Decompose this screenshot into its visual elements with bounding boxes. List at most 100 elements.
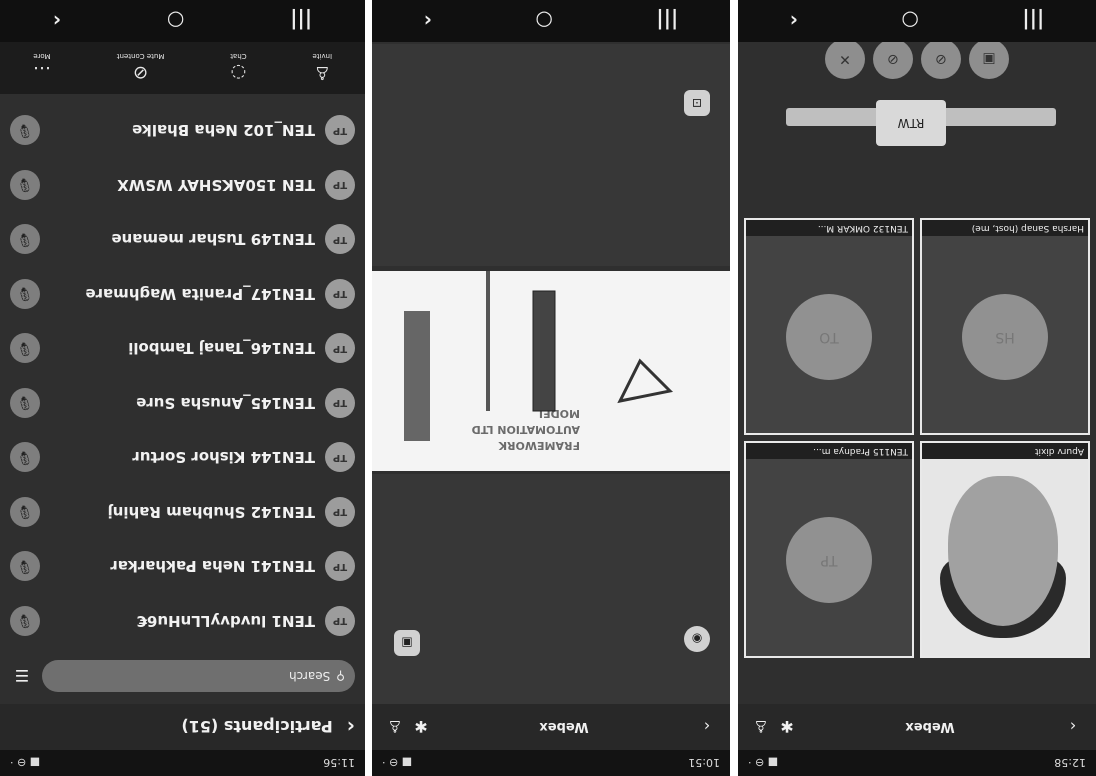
avatar: TP	[325, 605, 355, 636]
status-time: 10:51	[688, 756, 720, 770]
participant-row[interactable]: TP TEN149 Tushar memane 🎙	[0, 212, 365, 267]
back-icon[interactable]: ‹	[790, 9, 798, 33]
chat-button[interactable]: ◌ Chat	[230, 53, 246, 84]
bluetooth-icon[interactable]: ✱	[774, 718, 800, 737]
webex-brand: Webex	[905, 719, 955, 735]
video-tile[interactable]: TP TEN115 Pradnya m...	[744, 441, 914, 658]
status-time: 11:56	[323, 756, 355, 770]
avatar: TP	[325, 169, 355, 200]
meeting-topbar: ‹ Webex ✱ ♙	[372, 704, 730, 750]
video-off-icon[interactable]: ⊘	[873, 39, 913, 79]
participant-name: TEN144 Kishor Sortur	[132, 448, 315, 467]
video-toggle-icon[interactable]: ▣	[969, 39, 1009, 79]
tile-name: Harsha Sanap (host, me)	[922, 220, 1088, 236]
video-area-top	[372, 474, 730, 704]
phone-screen-participants: 11:56 ■ ⊖ · ‹ Participants (51) ⚲ Search…	[0, 0, 365, 776]
back-icon[interactable]: ‹	[424, 9, 432, 33]
invite-button[interactable]: ♙ Invite	[312, 53, 332, 84]
back-icon[interactable]: ‹	[53, 9, 61, 33]
participant-row[interactable]: TP TEN1 luvdvyLLnHu6€ 🎙	[0, 594, 365, 649]
content-fit-icon[interactable]: ⊡	[684, 90, 710, 116]
phone-screen-video-grid: 12:58 ■ ⊖ · ‹ Webex ✱ ♙ Apurv dixit TP T…	[738, 0, 1096, 776]
status-time: 12:58	[1054, 756, 1086, 770]
participant-list: TP TEN1 luvdvyLLnHu6€ 🎙 TP TEN141 Neha Pakh…	[0, 103, 365, 648]
home-icon[interactable]: ○	[535, 9, 552, 33]
sort-icon[interactable]: ☰	[10, 667, 34, 686]
participant-name: TEN149 Tushar memane	[111, 230, 315, 249]
mic-icon[interactable]: 🎙	[10, 115, 40, 146]
participant-row[interactable]: TP TEN142 Shubham Rahinj 🎙	[0, 485, 365, 540]
mic-icon[interactable]: 🎙	[10, 224, 40, 255]
tile-name: TEN132 OMKAR M...	[746, 220, 912, 236]
participants-icon[interactable]: ♙	[382, 718, 408, 737]
tile-name: Apurv dixit	[922, 443, 1088, 459]
android-navbar: ||| ○ ‹	[0, 0, 365, 42]
search-input[interactable]: ⚲ Search	[42, 660, 355, 692]
mic-icon[interactable]: 🎙	[10, 387, 40, 418]
mute-button[interactable]: ⊘ Mute Content	[117, 53, 165, 84]
participant-row[interactable]: TP TEN145_Anusha Sure 🎙	[0, 376, 365, 431]
status-bar: 12:58 ■ ⊖ ·	[738, 750, 1096, 776]
mic-off-icon[interactable]: ⊘	[921, 39, 961, 79]
android-navbar: ||| ○ ‹	[738, 0, 1096, 42]
webex-brand: Webex	[539, 719, 589, 735]
avatar: TP	[325, 551, 355, 582]
person-face	[948, 476, 1058, 626]
avatar: TP	[786, 517, 872, 604]
chevron-left-icon[interactable]: ‹	[1060, 718, 1086, 737]
chevron-left-icon[interactable]: ‹	[347, 715, 355, 739]
avatar: TP	[325, 224, 355, 255]
mic-icon[interactable]: 🎙	[10, 605, 40, 636]
end-call-icon[interactable]: ✕	[825, 39, 865, 79]
status-indicators: ■ ⊖ ·	[748, 756, 779, 770]
participant-name: TEN1 luvdvyLLnHu6€	[136, 611, 315, 630]
avatar: TP	[325, 387, 355, 418]
android-navbar: ||| ○ ‹	[372, 0, 730, 42]
participant-name: TEN145_Anusha Sure	[136, 393, 315, 412]
video-tile[interactable]: TO TEN132 OMKAR M...	[744, 218, 914, 435]
status-indicators: ■ ⊖ ·	[10, 756, 41, 770]
participant-name: TEN141 Neha Pakharkar	[110, 557, 315, 576]
participant-row[interactable]: TP TEN 150AKSHAY WSWX 🎙	[0, 158, 365, 213]
avatar: HS	[962, 294, 1048, 381]
participant-row[interactable]: TP TEN147_Pranita Waghmare 🎙	[0, 267, 365, 322]
avatar: TP	[325, 333, 355, 364]
participant-row[interactable]: TP TEN141 Neha Pakharkar 🎙	[0, 539, 365, 594]
participant-name: TEN146_Tanaj Tamboli	[128, 339, 315, 358]
participant-row[interactable]: TP TEN146_Tanaj Tamboli 🎙	[0, 321, 365, 376]
person-add-icon: ♙	[314, 62, 331, 84]
video-tile[interactable]: Apurv dixit	[920, 441, 1090, 658]
recent-apps-icon[interactable]: |||	[290, 9, 312, 33]
home-icon[interactable]: ○	[901, 9, 918, 33]
avatar: TP	[325, 278, 355, 309]
video-tile-grid: Apurv dixit TP TEN115 Pradnya m... HS Ha…	[744, 218, 1090, 658]
mic-icon[interactable]: 🎙	[10, 169, 40, 200]
layout-icon[interactable]: ▣	[394, 630, 420, 656]
chat-icon: ◌	[230, 62, 247, 84]
more-button[interactable]: … More	[33, 53, 51, 84]
avatar: TP	[325, 496, 355, 527]
participant-name: TEN_102 Neha Bhalke	[132, 121, 315, 140]
video-tile[interactable]: HS Harsha Sanap (host, me)	[920, 218, 1090, 435]
recent-apps-icon[interactable]: |||	[656, 9, 678, 33]
participant-row[interactable]: TP TEN144 Kishor Sortur 🎙	[0, 430, 365, 485]
participants-icon[interactable]: ♙	[748, 718, 774, 737]
video-area-bottom	[372, 44, 730, 266]
recent-apps-icon[interactable]: |||	[1022, 9, 1044, 33]
mic-icon[interactable]: 🎙	[10, 551, 40, 582]
participant-name: TEN142 Shubham Rahinj	[107, 502, 315, 521]
participant-row[interactable]: TP TEN_102 Neha Bhalke 🎙	[0, 103, 365, 158]
home-icon[interactable]: ○	[167, 9, 184, 33]
status-bar: 10:51 ■ ⊖ ·	[372, 750, 730, 776]
status-indicators: ■ ⊖ ·	[382, 756, 413, 770]
mic-icon[interactable]: 🎙	[10, 333, 40, 364]
mic-icon[interactable]: 🎙	[10, 278, 40, 309]
bluetooth-icon[interactable]: ✱	[408, 718, 434, 737]
mic-icon[interactable]: 🎙	[10, 496, 40, 527]
more-icon: …	[32, 62, 51, 84]
chevron-left-icon[interactable]: ‹	[694, 718, 720, 737]
mic-icon[interactable]: 🎙	[10, 442, 40, 473]
search-placeholder: Search	[288, 669, 331, 683]
participants-header: ‹ Participants (51)	[0, 704, 365, 750]
floating-action-icon[interactable]: ◉	[684, 626, 710, 652]
